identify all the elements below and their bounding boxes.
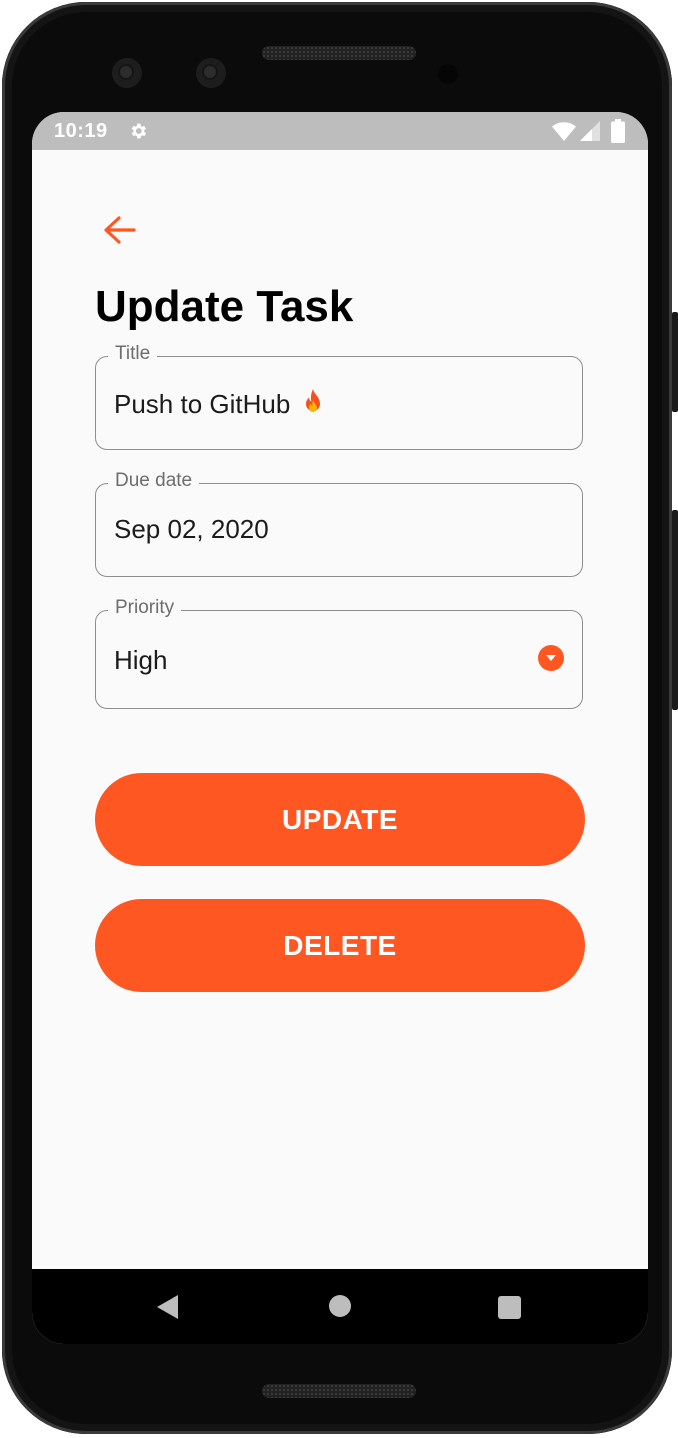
- power-button: [672, 312, 678, 412]
- navigation-bar: [32, 1269, 648, 1344]
- sensor-icon: [438, 64, 458, 84]
- status-bar: 10:19: [32, 112, 648, 150]
- wifi-icon: [552, 122, 576, 141]
- signal-icon: [580, 121, 600, 141]
- dropdown-arrow-icon[interactable]: [538, 645, 564, 671]
- update-button[interactable]: UPDATE: [95, 773, 585, 866]
- delete-button[interactable]: DELETE: [95, 899, 585, 992]
- volume-button: [672, 510, 678, 710]
- nav-back-icon[interactable]: [157, 1295, 178, 1319]
- priority-field-value[interactable]: High: [114, 645, 167, 676]
- status-time: 10:19: [54, 120, 108, 142]
- front-camera-icon: [196, 58, 226, 88]
- fire-emoji-icon: [306, 389, 321, 412]
- due-date-field-label: Due date: [108, 470, 200, 492]
- phone-frame: 10:19 Update Task Title Push to GitHub D…: [2, 2, 672, 1434]
- page-title: Update Task: [95, 282, 354, 331]
- bottom-speaker: [262, 1384, 416, 1398]
- battery-icon: [611, 119, 625, 143]
- front-camera-icon: [112, 58, 142, 88]
- title-field[interactable]: Title Push to GitHub: [95, 343, 583, 450]
- app-screen: 10:19 Update Task Title Push to GitHub D…: [32, 112, 648, 1344]
- priority-dropdown[interactable]: Priority High: [95, 597, 583, 709]
- title-field-label: Title: [108, 343, 158, 365]
- due-date-field-value[interactable]: Sep 02, 2020: [114, 514, 269, 545]
- nav-recents-icon[interactable]: [498, 1296, 521, 1319]
- due-date-field[interactable]: Due date Sep 02, 2020: [95, 470, 583, 577]
- title-field-value[interactable]: Push to GitHub: [114, 388, 326, 420]
- gear-icon: [131, 123, 147, 139]
- arrow-left-icon[interactable]: [94, 210, 142, 254]
- priority-field-label: Priority: [108, 597, 182, 619]
- earpiece-speaker: [262, 46, 416, 60]
- nav-home-icon[interactable]: [329, 1295, 351, 1317]
